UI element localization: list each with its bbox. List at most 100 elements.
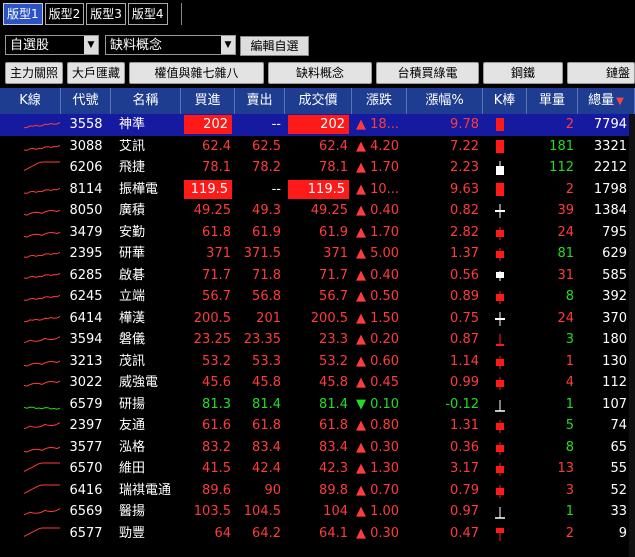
- candlestick-icon: [496, 441, 504, 455]
- scrollbar-track[interactable]: [629, 114, 635, 557]
- table-row[interactable]: 3022 威強電 45.6 45.8 45.8 ▲ 0.45 0.99 4 112: [0, 372, 635, 394]
- total-volume: 2212: [593, 160, 627, 175]
- ask-price: 371.5: [243, 246, 281, 261]
- table-row[interactable]: 3594 磐儀 23.25 23.35 23.3 ▲ 0.20 0.87 3 180: [0, 329, 635, 351]
- column-header[interactable]: 賣出: [235, 88, 285, 114]
- tab-layout-4[interactable]: 版型4: [127, 3, 168, 25]
- table-row[interactable]: 6285 啟碁 71.7 71.8 71.7 ▲ 0.40 0.56 31 585: [0, 265, 635, 287]
- column-header[interactable]: 名稱: [111, 88, 181, 114]
- stock-code: 3558: [69, 117, 103, 132]
- column-header[interactable]: 漲跌: [352, 88, 407, 114]
- candlestick-icon: [496, 334, 504, 346]
- price-change: ▲ 10...: [356, 181, 400, 197]
- ask-price: 45.8: [252, 375, 281, 390]
- category-button-7[interactable]: 鏈盤: [567, 62, 635, 84]
- chevron-down-icon[interactable]: ▼: [221, 36, 235, 54]
- stock-name: 維田: [119, 461, 146, 476]
- tab-separator: [181, 3, 182, 25]
- candlestick-icon: [496, 118, 504, 131]
- table-row[interactable]: 6570 維田 41.5 42.4 42.3 ▲ 1.30 3.17 13 55: [0, 458, 635, 480]
- price-change: ▲ 1.70: [356, 160, 400, 175]
- table-row[interactable]: 3479 安勤 61.8 61.9 61.9 ▲ 1.70 2.82 24 795: [0, 222, 635, 244]
- category-button-5[interactable]: 台積買綠電: [376, 62, 479, 84]
- category-button-6[interactable]: 鋼鐵: [483, 62, 563, 84]
- table-row[interactable]: 8114 振樺電 119.5 -- 119.5 ▲ 10... 9.63 2 1798: [0, 179, 635, 201]
- tab-layout-3[interactable]: 版型3: [86, 3, 126, 25]
- table-row[interactable]: 2395 研華 371 371.5 371 ▲ 5.00 1.37 81 629: [0, 243, 635, 265]
- stock-code: 6577: [69, 525, 103, 541]
- column-header[interactable]: K棒: [483, 88, 527, 114]
- bid-price: 71.7: [202, 267, 231, 283]
- candlestick-icon: [495, 507, 505, 519]
- percent-change: 1.37: [450, 246, 479, 261]
- ask-price: 23.35: [243, 332, 281, 347]
- table-row[interactable]: 8050 廣積 49.25 49.3 49.25 ▲ 0.40 0.82 39 1384: [0, 200, 635, 222]
- tick-volume: 112: [549, 160, 574, 175]
- column-header[interactable]: 代號: [61, 88, 111, 114]
- stock-code: 6206: [69, 160, 103, 175]
- candlestick-icon: [495, 399, 505, 412]
- stock-name: 茂訊: [119, 353, 146, 369]
- total-volume: 585: [602, 267, 627, 283]
- table-row[interactable]: 3088 艾訊 62.4 62.5 62.4 ▲ 4.20 7.22 181 3321: [0, 136, 635, 158]
- ask-price: 90: [264, 482, 281, 498]
- bid-price: 49.25: [193, 203, 231, 218]
- stock-name: 醫揚: [119, 504, 146, 519]
- tick-volume: 8: [565, 289, 574, 304]
- column-header[interactable]: 總量 ▼: [578, 88, 635, 114]
- table-row[interactable]: 6414 樺漢 200.5 201 200.5 ▲ 1.50 0.75 24 370: [0, 308, 635, 330]
- table-row[interactable]: 3213 茂訊 53.2 53.3 53.2 ▲ 0.60 1.14 1 130: [0, 351, 635, 373]
- table-row[interactable]: 6206 飛捷 78.1 78.2 78.1 ▲ 1.70 2.23 112 2212: [0, 157, 635, 179]
- column-header[interactable]: 成交價: [285, 88, 352, 114]
- stock-code: 3479: [69, 224, 103, 240]
- category-button-3[interactable]: 權值與雜七雜八: [129, 62, 264, 84]
- category-button-2[interactable]: 大戶匯藏: [67, 62, 125, 84]
- sparkline-icon: [24, 161, 60, 171]
- stock-code: 3577: [69, 439, 103, 455]
- stock-code: 3088: [69, 138, 103, 154]
- edit-watchlist-button[interactable]: 編輯自選: [240, 36, 309, 56]
- table-row[interactable]: 6416 瑞祺電通 89.6 90 89.8 ▲ 0.70 0.79 3 52: [0, 480, 635, 502]
- column-header[interactable]: 漲幅%: [407, 88, 483, 114]
- ask-price: 49.3: [252, 203, 281, 218]
- bid-price: 200.5: [193, 310, 231, 326]
- percent-change: 0.75: [450, 310, 479, 326]
- sparkline-icon: [24, 315, 60, 322]
- last-price: 56.7: [319, 289, 348, 304]
- table-row[interactable]: 6569 醫揚 103.5 104.5 104 ▲ 1.00 0.97 1 33: [0, 501, 635, 523]
- tick-volume: 1: [565, 504, 574, 519]
- percent-change: 9.63: [450, 181, 479, 197]
- column-header[interactable]: 單量: [527, 88, 578, 114]
- list-select[interactable]: 缺料概念 ▼: [105, 35, 236, 55]
- price-change: ▲ 0.20: [356, 332, 400, 347]
- last-price: 83.4: [319, 439, 348, 455]
- sparkline-icon: [24, 122, 60, 129]
- table-row[interactable]: 3558 神準 202 -- 202 ▲ 18... 9.78 2 7794: [0, 114, 635, 136]
- category-button-1[interactable]: 主力關照: [5, 62, 63, 84]
- table-row[interactable]: 3577 泓格 83.2 83.4 83.4 ▲ 0.30 0.36 8 65: [0, 437, 635, 459]
- category-button-4[interactable]: 缺料概念: [268, 62, 372, 84]
- ask-price: 42.4: [252, 461, 281, 476]
- last-price: 61.8: [319, 418, 348, 433]
- bid-price: 119.5: [184, 179, 232, 199]
- chevron-down-icon[interactable]: ▼: [84, 36, 98, 54]
- last-price: 371: [323, 246, 348, 261]
- price-change: ▲ 1.50: [356, 310, 400, 326]
- candlestick-icon: [496, 161, 504, 175]
- stock-code: 8050: [69, 203, 103, 218]
- tick-volume: 2: [565, 117, 574, 132]
- table-row[interactable]: 6245 立端 56.7 56.8 56.7 ▲ 0.50 0.89 8 392: [0, 286, 635, 308]
- candlestick-icon: [496, 484, 504, 498]
- tab-layout-2[interactable]: 版型2: [44, 3, 85, 25]
- group-select[interactable]: 自選股 ▼: [5, 35, 99, 55]
- tab-layout-1[interactable]: 版型1: [3, 3, 43, 25]
- price-change: ▲ 1.00: [356, 504, 400, 519]
- column-header[interactable]: K線: [0, 88, 61, 114]
- table-row[interactable]: 2397 友通 61.6 61.8 61.8 ▲ 0.80 1.31 5 74: [0, 415, 635, 437]
- total-volume: 180: [602, 332, 627, 347]
- table-row[interactable]: 6577 勁豐 64 64.2 64.1 ▲ 0.30 0.47 2 9: [0, 523, 635, 545]
- column-header[interactable]: 買進: [181, 88, 235, 114]
- stock-name: 泓格: [119, 439, 146, 455]
- table-row[interactable]: 6579 研揚 81.3 81.4 81.4 ▼ 0.10 -0.12 1 107: [0, 394, 635, 416]
- sparkline-icon: [24, 336, 60, 344]
